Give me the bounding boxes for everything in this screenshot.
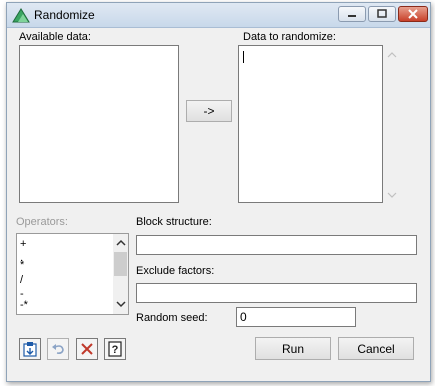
block-structure-field[interactable] — [136, 235, 417, 255]
minimize-icon — [348, 15, 356, 17]
cancel-button[interactable]: Cancel — [338, 337, 414, 360]
random-seed-field[interactable]: 0 — [236, 307, 356, 327]
operators-scrollbar[interactable] — [113, 234, 128, 314]
run-button[interactable]: Run — [255, 337, 331, 360]
copy-to-clipboard-icon — [23, 342, 37, 357]
available-data-label: Available data: — [19, 31, 91, 43]
randomize-dialog: Randomize Available data: -> Data to ran… — [6, 2, 431, 382]
close-button[interactable] — [398, 6, 428, 22]
operator-item[interactable]: -* — [20, 300, 28, 311]
scroll-up-icon[interactable] — [116, 239, 126, 247]
title-bar: Randomize — [7, 3, 430, 28]
exclude-factors-field[interactable] — [136, 283, 417, 303]
available-data-list[interactable] — [19, 45, 179, 203]
operators-label: Operators: — [16, 216, 68, 228]
random-seed-label: Random seed: — [136, 312, 208, 324]
maximize-icon — [377, 9, 387, 18]
maximize-button[interactable] — [368, 6, 396, 22]
scrollbar-thumb[interactable] — [114, 252, 127, 276]
scroll-up-icon — [387, 52, 397, 58]
clear-icon — [81, 343, 93, 355]
text-cursor — [243, 51, 244, 63]
help-button[interactable]: ? — [104, 338, 126, 360]
add-to-randomize-button[interactable]: -> — [186, 100, 232, 122]
exclude-factors-label: Exclude factors: — [136, 265, 215, 277]
window-app-icon — [12, 8, 30, 23]
close-icon — [408, 9, 418, 19]
svg-text:?: ? — [112, 344, 119, 356]
operator-item[interactable]: * — [20, 260, 24, 271]
operators-list[interactable]: + . * / - -* — [16, 233, 129, 315]
clear-button[interactable] — [76, 338, 98, 360]
minimize-button[interactable] — [338, 6, 366, 22]
undo-icon — [52, 344, 64, 354]
operator-item[interactable]: / — [20, 275, 23, 286]
data-to-randomize-label: Data to randomize: — [243, 31, 336, 43]
data-to-randomize-list[interactable] — [238, 45, 383, 203]
copy-to-clipboard-button[interactable] — [19, 338, 41, 360]
undo-button[interactable] — [47, 338, 69, 360]
help-icon: ? — [108, 341, 122, 357]
scroll-down-icon[interactable] — [116, 300, 126, 308]
block-structure-label: Block structure: — [136, 216, 212, 228]
window-title: Randomize — [34, 8, 95, 22]
operator-item[interactable]: + — [20, 239, 26, 250]
scroll-down-icon — [387, 192, 397, 198]
